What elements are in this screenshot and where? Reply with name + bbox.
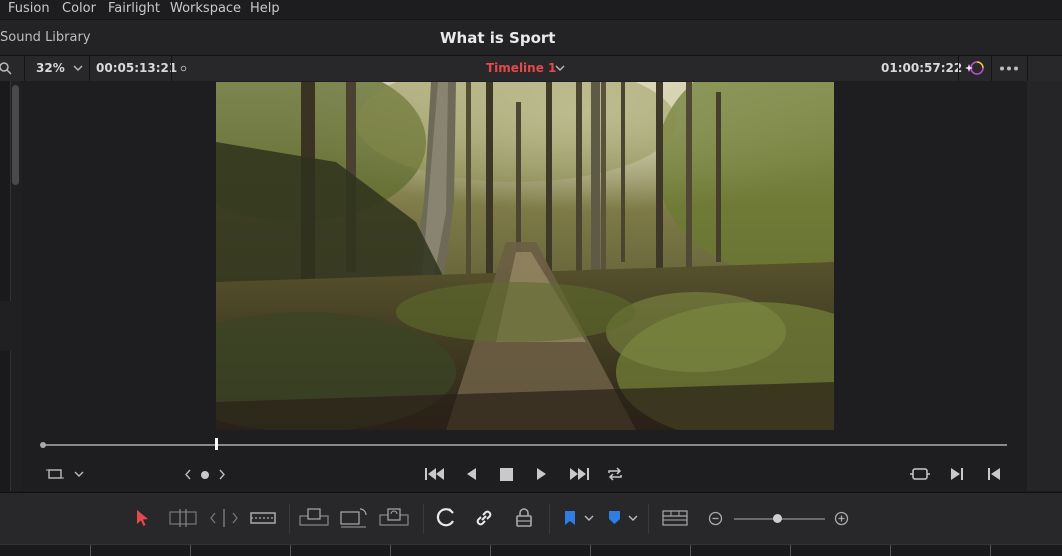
timeline-ruler[interactable] [0, 544, 1062, 556]
timeline-view-icon[interactable] [662, 510, 688, 526]
media-panel-edge [0, 81, 22, 491]
timeline-options-icon[interactable] [180, 65, 187, 72]
record-timecode: 01:00:57:22 [881, 61, 963, 75]
zoom-in-icon[interactable] [834, 511, 849, 526]
viewer-mode-icon[interactable] [46, 467, 64, 481]
nav-prev-icon[interactable] [184, 469, 192, 480]
scrubber-start [40, 442, 46, 448]
prev-edit-icon[interactable] [987, 467, 1001, 481]
zoom-out-icon[interactable] [708, 511, 723, 526]
title-bar: Sound Library What is Sport [0, 19, 1062, 56]
panel-list-lower [0, 351, 11, 491]
menu-bar: Fusion Color Fairlight Workspace Help [0, 0, 1062, 19]
dynamic-trim-icon[interactable] [210, 509, 238, 527]
insert-clip-icon[interactable] [299, 508, 329, 528]
linked-selection-icon[interactable] [474, 508, 494, 528]
nav-dot-icon[interactable] [200, 470, 210, 480]
blade-tool-icon[interactable] [250, 509, 276, 527]
timeline-name[interactable]: Timeline 1 [486, 61, 556, 75]
nav-next-icon[interactable] [218, 469, 226, 480]
next-edit-icon[interactable] [950, 467, 964, 481]
forest-trail-frame-image [216, 82, 834, 430]
flag-icon[interactable] [564, 510, 576, 526]
loop-icon[interactable] [606, 466, 624, 482]
vertical-scrollbar[interactable] [12, 85, 19, 185]
zoom-level[interactable]: 32% [36, 61, 65, 75]
chevron-down-icon[interactable] [73, 65, 83, 72]
marker-chevron-down-icon[interactable] [628, 515, 638, 522]
viewer-header: 32% 00:05:13:21 Timeline 1 01:00:57:22 [0, 55, 1062, 82]
replace-clip-icon[interactable] [379, 507, 409, 529]
right-panel-edge [1027, 81, 1062, 491]
viewer-mode-chevron-icon[interactable] [74, 471, 84, 478]
edit-toolbar [0, 492, 1062, 545]
match-frame-icon[interactable] [910, 467, 930, 481]
source-timecode: 00:05:13:21 [96, 61, 178, 75]
menu-fusion[interactable]: Fusion [8, 1, 50, 16]
more-options-icon[interactable] [999, 66, 1019, 71]
timeline-chevron-down-icon[interactable] [555, 65, 565, 72]
panel-list [0, 81, 11, 301]
play-reverse-icon[interactable] [465, 467, 477, 481]
project-title: What is Sport [440, 29, 556, 47]
playhead[interactable] [214, 438, 218, 450]
menu-color[interactable]: Color [62, 1, 96, 16]
search-icon[interactable] [0, 61, 14, 75]
transport-area [22, 434, 1027, 491]
stop-icon[interactable] [500, 468, 513, 481]
selection-tool-icon[interactable] [136, 509, 149, 527]
overwrite-clip-icon[interactable] [340, 507, 368, 529]
marker-icon[interactable] [608, 510, 621, 525]
video-frame[interactable] [216, 82, 834, 430]
flag-chevron-down-icon[interactable] [584, 515, 594, 522]
menu-workspace[interactable]: Workspace [170, 1, 241, 16]
skip-to-end-icon[interactable] [568, 467, 590, 481]
zoom-slider-handle[interactable] [772, 514, 782, 523]
skip-to-start-icon[interactable] [424, 467, 446, 481]
trim-edit-icon[interactable] [169, 509, 197, 527]
scrubber-track[interactable] [42, 444, 1007, 446]
play-icon[interactable] [536, 467, 548, 481]
magic-mask-icon[interactable] [965, 59, 985, 78]
menu-help[interactable]: Help [250, 1, 280, 16]
snapping-icon[interactable] [436, 508, 456, 528]
menu-fairlight[interactable]: Fairlight [108, 1, 160, 16]
position-lock-icon[interactable] [514, 507, 534, 529]
sound-library-tab[interactable]: Sound Library [0, 30, 91, 45]
